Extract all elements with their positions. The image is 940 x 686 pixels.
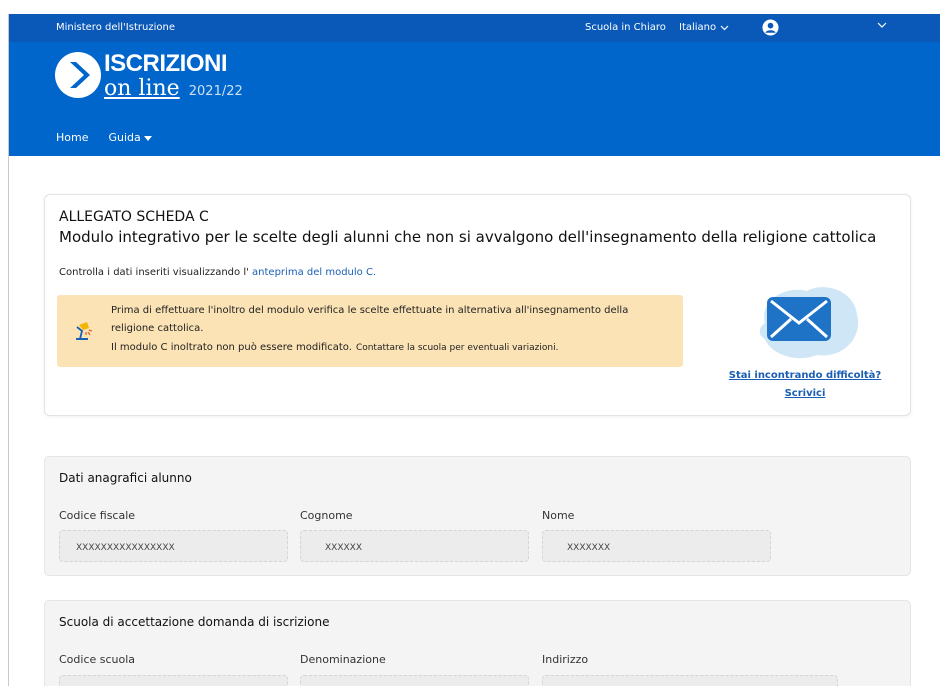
- user-avatar-icon[interactable]: [762, 19, 779, 36]
- brand-subtitle: on line: [104, 76, 180, 101]
- nav-home[interactable]: Home: [56, 131, 88, 144]
- field-label-denominazione: Denominazione: [300, 653, 386, 666]
- field-label-indirizzo: Indirizzo: [542, 653, 589, 666]
- field-label-nome: Nome: [542, 509, 575, 522]
- warning-text-line3a: Il modulo C inoltrato non può essere mod…: [111, 342, 352, 353]
- codice-fiscale-field[interactable]: XXXXXXXXXXXXXXXX: [59, 530, 288, 562]
- arrow-logo-icon: [55, 52, 101, 98]
- section-title: Scuola di accettazione domanda di iscriz…: [59, 615, 330, 629]
- preview-instruction: Controlla i dati inseriti visualizzando …: [59, 267, 376, 278]
- warning-text-line1: Prima di effettuare l'inoltro del modulo…: [111, 305, 629, 316]
- section-title: Dati anagrafici alunno: [59, 471, 192, 485]
- site-header: Ministero dell'Istruzione Scuola in Chia…: [9, 14, 940, 156]
- help-link-line2: Scrivici: [784, 388, 826, 399]
- slim-header-bar: Ministero dell'Istruzione Scuola in Chia…: [9, 14, 940, 42]
- preview-module-link[interactable]: anteprima del modulo C.: [252, 267, 376, 278]
- page-title: Modulo integrativo per le scelte degli a…: [59, 228, 877, 246]
- codice-scuola-field[interactable]: [59, 675, 288, 686]
- brand-title: ISCRIZIONI: [104, 50, 228, 77]
- nome-field[interactable]: XXXXXXX: [542, 530, 771, 562]
- nav-guida-label: Guida: [108, 131, 141, 144]
- indirizzo-field[interactable]: [542, 675, 838, 686]
- warning-text-line2: religione cattolica.: [111, 323, 204, 334]
- brand-text: ISCRIZIONI on line 2021/22: [104, 51, 243, 101]
- card-tag: ALLEGATO SCHEDA C: [59, 209, 209, 225]
- field-label-cognome: Cognome: [300, 509, 353, 522]
- warning-text-line3: Il modulo C inoltrato non può essere mod…: [111, 342, 558, 353]
- student-data-section: Dati anagrafici alunno Codice fiscale XX…: [44, 456, 911, 576]
- language-selector[interactable]: Italiano: [679, 22, 729, 33]
- warning-alert: Prima di effettuare l'inoltro del modulo…: [57, 295, 683, 367]
- ministry-link[interactable]: Ministero dell'Istruzione: [56, 22, 175, 33]
- help-link-line1: Stai incontrando difficoltà?: [728, 370, 882, 381]
- chevron-down-icon: [720, 25, 729, 30]
- school-data-section: Scuola di accettazione domanda di iscriz…: [44, 600, 911, 686]
- brand-year: 2021/22: [188, 84, 243, 99]
- field-label-codice-scuola: Codice scuola: [59, 653, 136, 666]
- field-label-codice-fiscale: Codice fiscale: [59, 509, 136, 522]
- denominazione-field[interactable]: [300, 675, 529, 686]
- lamp-icon: [76, 322, 93, 340]
- envelope-icon: [759, 287, 859, 359]
- main-nav: Home Guida: [56, 131, 152, 144]
- language-label: Italiano: [679, 22, 717, 33]
- scuola-in-chiaro-link[interactable]: Scuola in Chiaro: [585, 22, 666, 33]
- chevron-down-icon[interactable]: [877, 22, 887, 29]
- nav-guida-dropdown[interactable]: Guida: [108, 131, 152, 144]
- warning-text-line3b: Contattare la scuola per eventuali varia…: [355, 343, 559, 353]
- brand-logo-link[interactable]: ISCRIZIONI on line 2021/22: [54, 51, 243, 106]
- preview-prefix: Controlla i dati inseriti visualizzando …: [59, 267, 249, 278]
- notice-card: ALLEGATO SCHEDA C Modulo integrativo per…: [44, 194, 911, 416]
- caret-down-icon: [143, 135, 152, 141]
- help-contact-link[interactable]: Stai incontrando difficoltà? Scrivici: [717, 367, 893, 403]
- cognome-field[interactable]: XXXXXX: [300, 530, 529, 562]
